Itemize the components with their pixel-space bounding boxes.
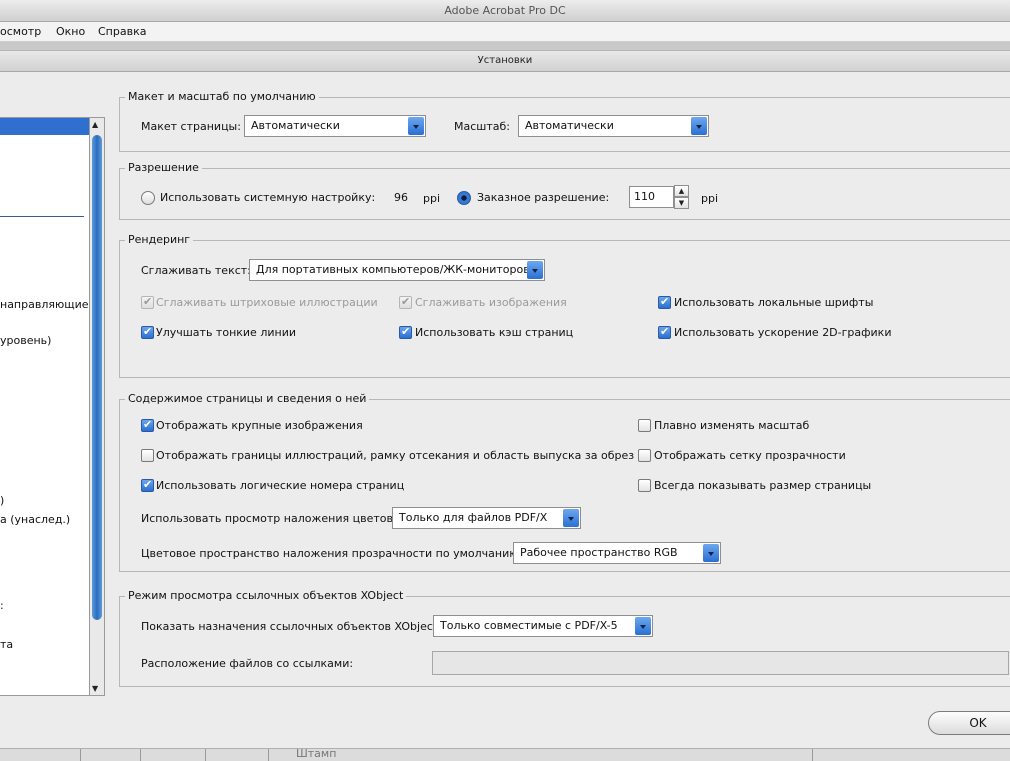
zoom-dropdown[interactable]: Автоматически xyxy=(518,115,709,137)
custom-resolution-radio[interactable] xyxy=(457,191,471,205)
custom-resolution-input[interactable]: 110 xyxy=(629,186,674,208)
divider xyxy=(812,749,813,761)
scroll-down-arrow-icon[interactable]: ▼ xyxy=(92,684,98,693)
divider xyxy=(140,749,141,761)
large-images-checkbox[interactable] xyxy=(141,418,154,432)
category-item[interactable]: та xyxy=(0,638,13,651)
divider xyxy=(205,749,206,761)
custom-resolution-label: Заказное разрешение: xyxy=(477,191,610,204)
files-location-label: Расположение файлов со ссылками: xyxy=(141,657,354,670)
local-fonts-label: Использовать локальные шрифты xyxy=(674,296,874,309)
dialog-title-bar: Установки xyxy=(0,50,1010,72)
system-resolution-radio[interactable] xyxy=(141,191,155,205)
custom-resolution-unit: ppi xyxy=(701,192,719,205)
logical-page-numbers-label: Использовать логические номера страниц xyxy=(156,479,405,492)
category-item[interactable]: а (унаслед.) xyxy=(0,513,70,526)
chevron-down-icon[interactable] xyxy=(408,117,424,135)
chevron-down-icon[interactable] xyxy=(703,544,719,562)
window-title-bar: Adobe Acrobat Pro DC xyxy=(0,0,1010,22)
menu-bar: осмотр Окно Справка xyxy=(0,22,1010,42)
system-resolution-unit: ppi xyxy=(423,192,441,205)
smooth-zoom-label: Плавно изменять масштаб xyxy=(654,419,810,432)
smooth-images-label: Сглаживать изображения xyxy=(415,296,567,309)
window-title: Adobe Acrobat Pro DC xyxy=(444,4,566,17)
transparency-grid-label: Отображать сетку прозрачности xyxy=(654,449,846,462)
xobject-group-title: Режим просмотра ссылочных объектов XObje… xyxy=(125,589,407,602)
smooth-zoom-checkbox[interactable] xyxy=(638,419,651,432)
smooth-text-dropdown[interactable]: Для портативных компьютеров/ЖК-мониторов xyxy=(249,259,545,281)
page-size-checkbox[interactable] xyxy=(638,479,651,492)
chevron-down-icon[interactable] xyxy=(691,117,707,135)
resolution-group-title: Разрешение xyxy=(125,161,202,174)
category-item[interactable]: ) xyxy=(0,494,4,507)
logical-page-numbers-checkbox[interactable] xyxy=(141,478,154,492)
enhance-thin-lines-label: Улучшать тонкие линии xyxy=(156,326,296,339)
scroll-thumb[interactable] xyxy=(92,135,102,620)
category-list[interactable]: направляющие уровень) ) а (унаслед.) : т… xyxy=(0,117,90,696)
layout-zoom-group-title: Макет и масштаб по умолчанию xyxy=(125,90,319,103)
page-size-label: Всегда показывать размер страницы xyxy=(654,479,872,492)
art-trim-bleed-label: Отображать границы иллюстраций, рамку от… xyxy=(156,449,635,462)
smooth-line-art-label: Сглаживать штриховые иллюстрации xyxy=(156,296,378,309)
page-cache-checkbox[interactable] xyxy=(399,325,412,339)
category-item[interactable]: уровень) xyxy=(0,334,51,347)
stepper-down-icon[interactable]: ▼ xyxy=(674,197,689,209)
show-targets-dropdown[interactable]: Только совместимые с PDF/X-5 xyxy=(433,615,653,637)
chevron-down-icon[interactable] xyxy=(563,509,579,527)
category-separator xyxy=(0,216,84,217)
category-scrollbar[interactable]: ▲ ▼ xyxy=(89,117,105,696)
dialog-title: Установки xyxy=(477,55,533,66)
category-item-selected[interactable] xyxy=(0,118,90,135)
menu-view[interactable]: осмотр xyxy=(0,22,41,41)
category-item[interactable]: : xyxy=(0,599,4,612)
system-resolution-label: Использовать системную настройку: xyxy=(160,191,376,204)
overprint-label: Использовать просмотр наложения цветов: xyxy=(141,512,397,525)
files-location-field[interactable] xyxy=(432,651,1009,675)
smooth-text-label: Сглаживать текст: xyxy=(141,264,251,277)
rendering-group-title: Рендеринг xyxy=(125,233,194,246)
transparency-grid-checkbox[interactable] xyxy=(638,449,651,462)
page-layout-label: Макет страницы: xyxy=(141,120,241,133)
divider xyxy=(268,749,269,761)
page-content-group-title: Содержимое страницы и сведения о ней xyxy=(125,392,370,405)
overprint-dropdown[interactable]: Только для файлов PDF/X xyxy=(392,507,581,529)
2d-acceleration-checkbox[interactable] xyxy=(658,325,671,339)
zoom-label: Масштаб: xyxy=(454,120,510,133)
stamp-label: Штамп xyxy=(296,747,337,760)
scroll-up-arrow-icon[interactable]: ▲ xyxy=(92,120,98,129)
local-fonts-checkbox[interactable] xyxy=(658,295,671,309)
enhance-thin-lines-checkbox[interactable] xyxy=(141,325,154,339)
blend-space-label: Цветовое пространство наложения прозрачн… xyxy=(141,547,523,560)
toolbar-strip xyxy=(0,42,1010,50)
show-targets-label: Показать назначения ссылочных объектов X… xyxy=(141,620,441,633)
resolution-stepper[interactable]: ▲ ▼ xyxy=(674,185,689,209)
stepper-up-icon[interactable]: ▲ xyxy=(674,185,689,197)
ok-button[interactable]: OK xyxy=(928,711,1010,735)
menu-window[interactable]: Окно xyxy=(56,22,85,41)
smooth-images-checkbox[interactable] xyxy=(399,295,412,309)
blend-space-dropdown[interactable]: Рабочее пространство RGB xyxy=(513,542,721,564)
category-item[interactable]: направляющие xyxy=(0,298,89,311)
background-window-strip: Штамп xyxy=(0,747,1010,761)
chevron-down-icon[interactable] xyxy=(635,617,651,635)
chevron-down-icon[interactable] xyxy=(527,261,543,279)
art-trim-bleed-checkbox[interactable] xyxy=(141,449,154,462)
large-images-label: Отображать крупные изображения xyxy=(156,419,363,432)
system-resolution-value: 96 xyxy=(394,191,408,204)
page-layout-dropdown[interactable]: Автоматически xyxy=(244,115,426,137)
divider xyxy=(80,749,81,761)
smooth-line-art-checkbox[interactable] xyxy=(141,295,154,309)
menu-help[interactable]: Справка xyxy=(98,22,146,41)
page-cache-label: Использовать кэш страниц xyxy=(415,326,574,339)
2d-acceleration-label: Использовать ускорение 2D-графики xyxy=(674,326,892,339)
